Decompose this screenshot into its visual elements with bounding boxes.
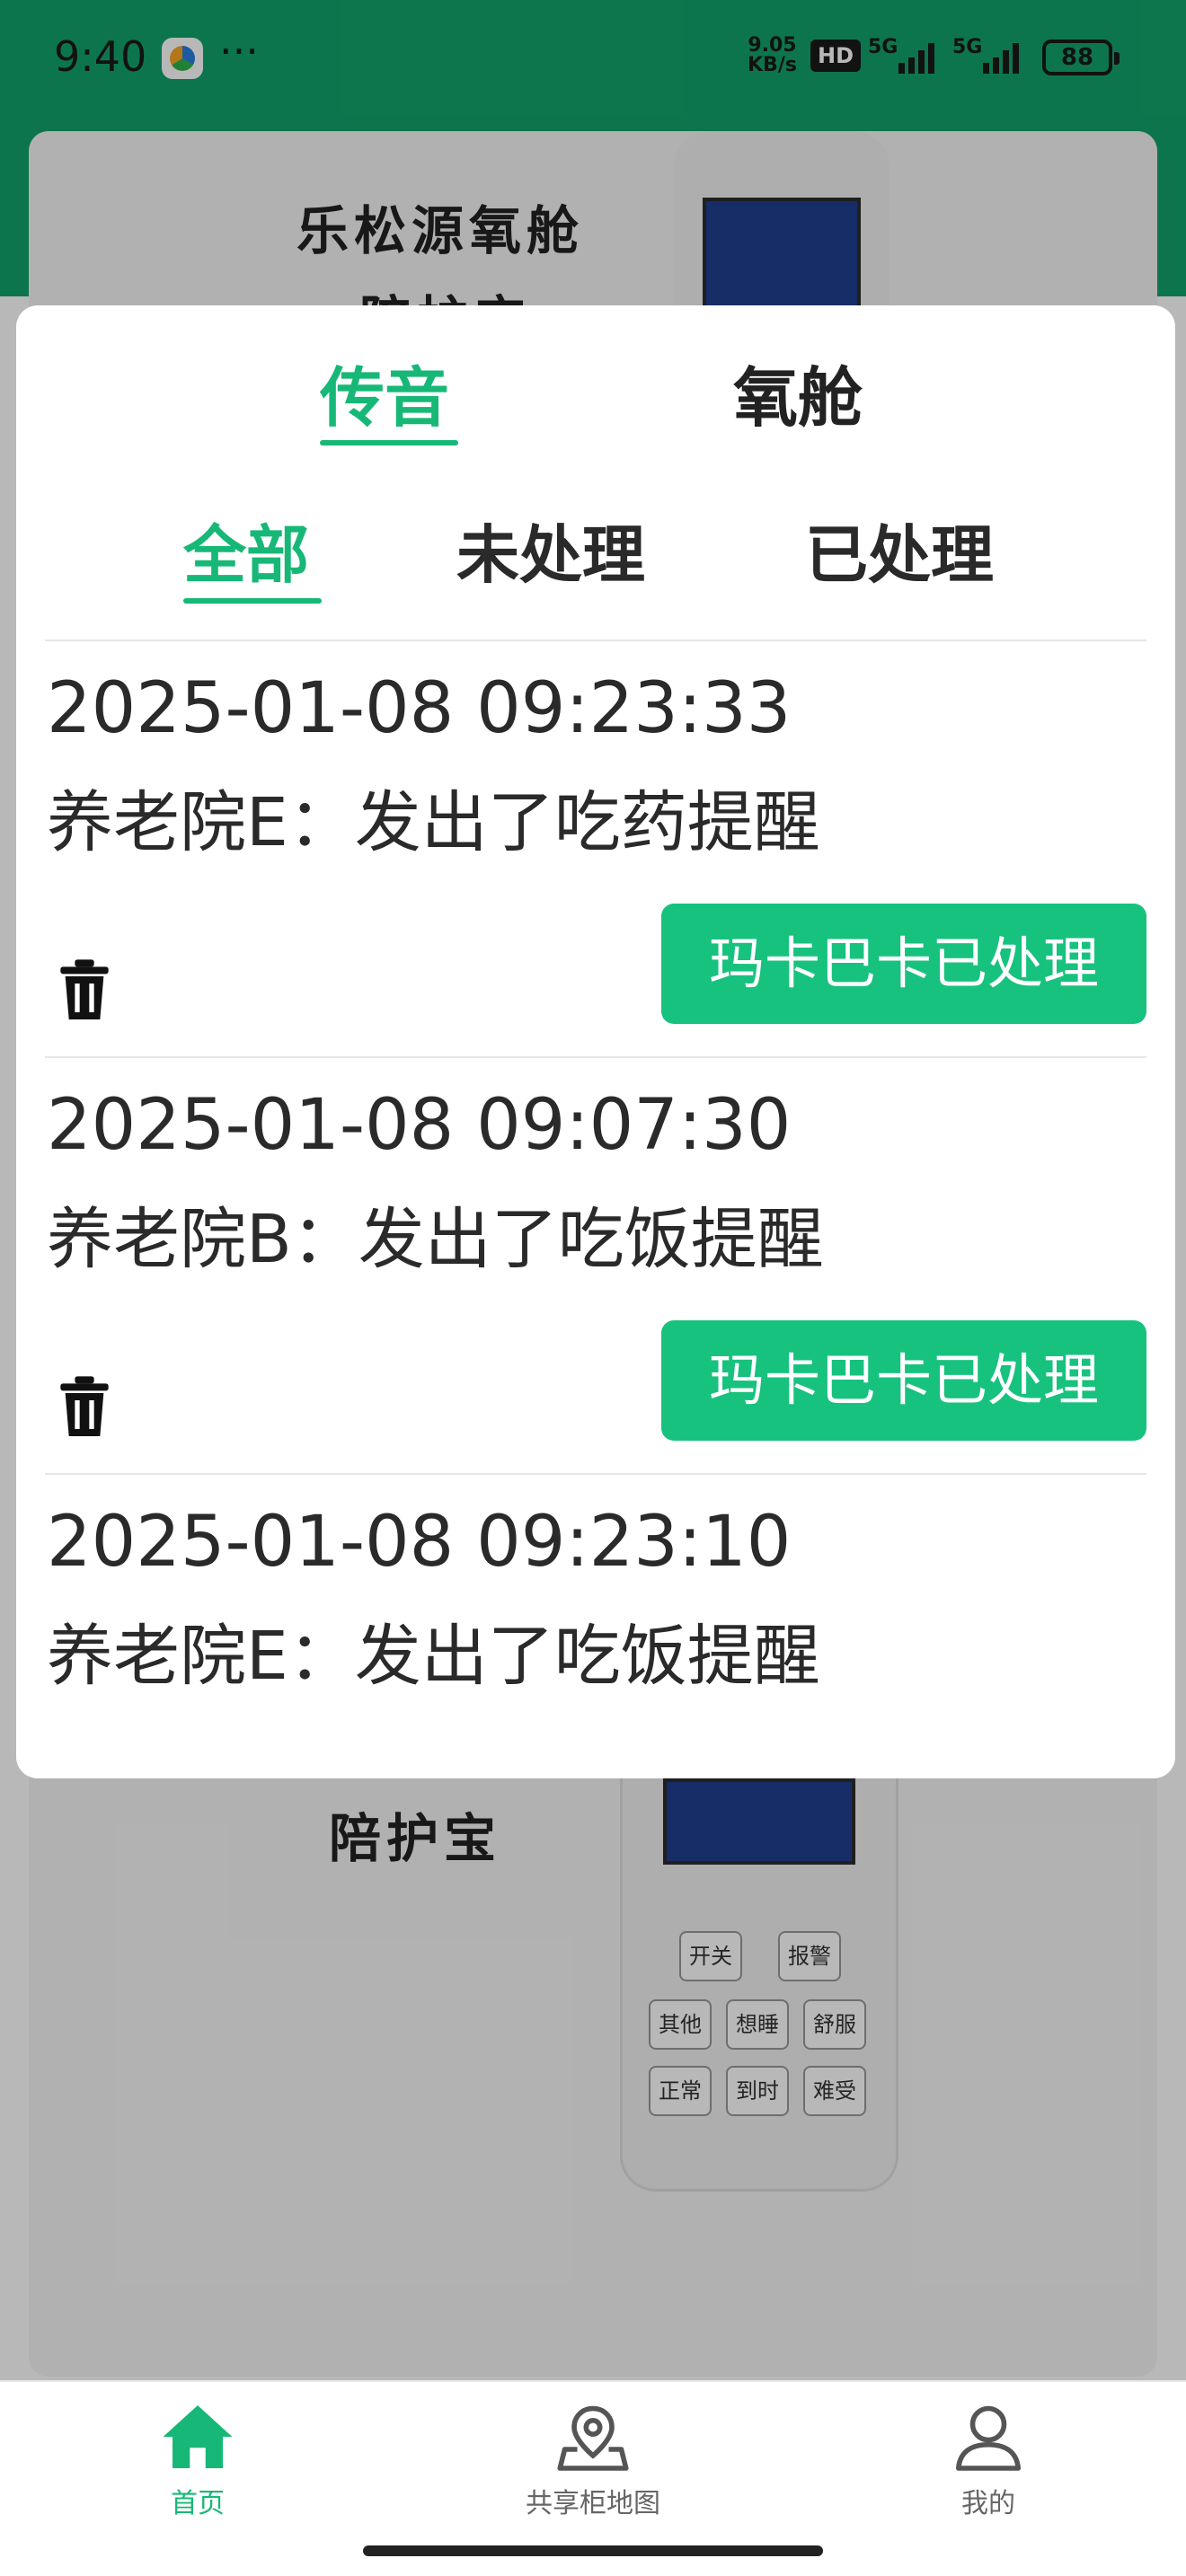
mark-processed-button[interactable]: 玛卡巴卡已处理 <box>661 904 1146 1024</box>
subtab-all[interactable]: 全部 <box>183 505 309 595</box>
record-time: 2025-01-08 09:23:33 <box>47 668 792 749</box>
record-time: 2025-01-08 09:23:10 <box>47 1502 792 1583</box>
map-pin-icon <box>557 2405 629 2471</box>
nav-item-home[interactable]: 首页 <box>90 2402 305 2545</box>
nav-label-map: 共享柜地图 <box>526 2488 660 2519</box>
divider <box>45 640 1146 641</box>
nav-label-profile: 我的 <box>961 2488 1015 2519</box>
record-message: 养老院E：发出了吃饭提醒 <box>47 1618 820 1695</box>
mark-processed-button[interactable]: 玛卡巴卡已处理 <box>661 1320 1146 1441</box>
subtab-active-underline <box>183 598 322 604</box>
home-icon <box>163 2405 233 2468</box>
user-icon <box>955 2405 1022 2471</box>
home-indicator[interactable] <box>363 2545 823 2556</box>
divider <box>45 1056 1146 1058</box>
records-modal: 传音 氧舱 全部 未处理 已处理 2025-01-08 09:23:33 养老院… <box>16 305 1175 1778</box>
trash-icon[interactable] <box>56 959 113 1022</box>
tab-oxygen-chamber[interactable]: 氧舱 <box>733 345 863 439</box>
subtab-unprocessed[interactable]: 未处理 <box>456 505 645 595</box>
tab-voice[interactable]: 传音 <box>320 345 449 439</box>
record-time: 2025-01-08 09:07:30 <box>47 1085 792 1166</box>
nav-item-map[interactable]: 共享柜地图 <box>485 2402 701 2545</box>
trash-icon[interactable] <box>56 1376 113 1439</box>
tab-active-underline <box>320 440 458 446</box>
nav-item-profile[interactable]: 我的 <box>881 2402 1096 2545</box>
record-message: 养老院E：发出了吃药提醒 <box>47 784 820 861</box>
divider <box>45 1473 1146 1475</box>
nav-label-home: 首页 <box>171 2488 225 2519</box>
record-message: 养老院B：发出了吃饭提醒 <box>47 1201 824 1278</box>
subtab-processed[interactable]: 已处理 <box>805 505 994 595</box>
